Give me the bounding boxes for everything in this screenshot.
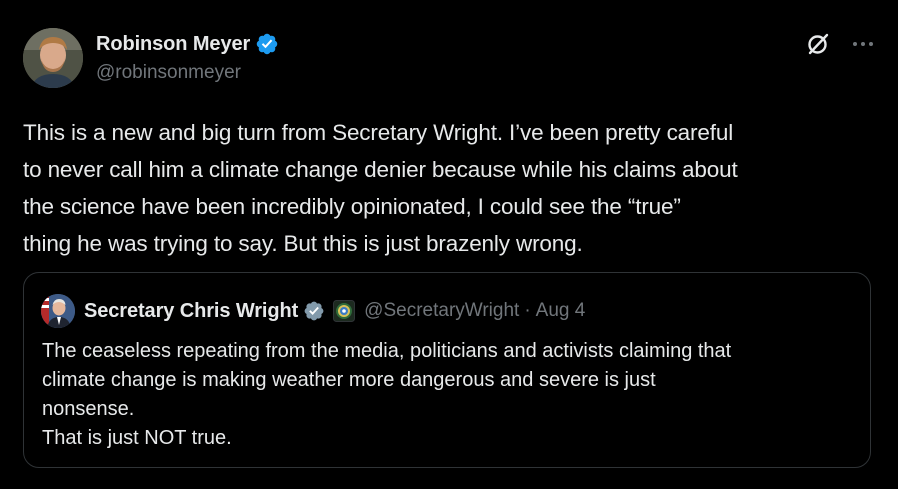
government-verified-badge-icon[interactable] xyxy=(303,300,325,322)
author-handle[interactable]: @robinsonmeyer xyxy=(96,62,241,84)
more-options-icon[interactable] xyxy=(850,31,876,57)
quoted-author-avatar[interactable] xyxy=(41,294,75,328)
author-name-row: Robinson Meyer xyxy=(96,31,279,57)
tweet-card: Robinson Meyer @robinsonmeyer This is a … xyxy=(0,0,898,489)
department-seal-icon[interactable] xyxy=(333,300,356,322)
quoted-tweet-header: Secretary Chris Wright @SecretaryWright … xyxy=(41,293,585,329)
quoted-tweet-card[interactable]: Secretary Chris Wright @SecretaryWright … xyxy=(23,272,871,468)
quoted-tweet-text: The ceaseless repeating from the media, … xyxy=(42,340,732,449)
verified-badge-icon[interactable] xyxy=(255,32,279,56)
quoted-author-name[interactable]: Secretary Chris Wright xyxy=(84,300,298,323)
grok-icon[interactable] xyxy=(805,31,831,57)
quoted-author-handle[interactable]: @SecretaryWright xyxy=(364,300,519,322)
separator-dot: · xyxy=(524,300,531,321)
author-display-name[interactable]: Robinson Meyer xyxy=(96,33,250,56)
top-actions xyxy=(805,31,876,57)
tweet-body-text: This is a new and big turn from Secretar… xyxy=(23,120,738,256)
author-avatar[interactable] xyxy=(23,28,83,88)
quoted-tweet-date[interactable]: Aug 4 xyxy=(536,300,586,322)
